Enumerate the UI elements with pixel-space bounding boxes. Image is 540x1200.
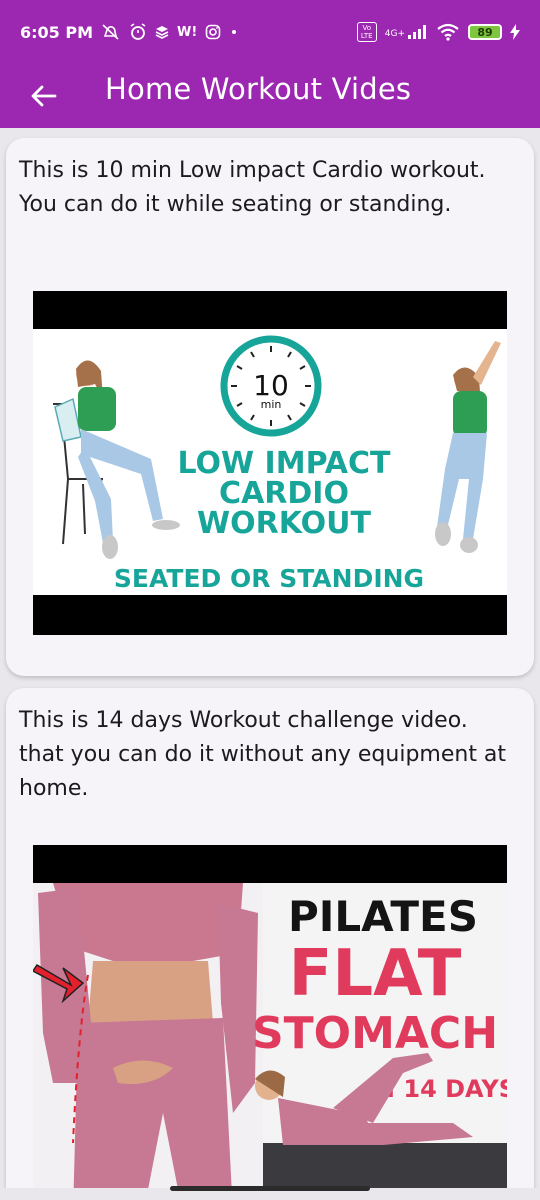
video-thumbnail: 10 min LOW IMPACT CARDIO WORKOUT SEATED … (33, 329, 507, 595)
person-shirt (453, 391, 487, 437)
wifi-icon (437, 23, 459, 41)
pilates-thumbnail-art: PILATES FLAT STOMACH IN 14 DAYS (33, 883, 507, 1188)
top-app-area: 6:05 PM W! Vo LTE 4G+ 89 Home Workout Vi… (0, 0, 540, 128)
network-type: 4G+ (384, 29, 405, 39)
person-shirt (78, 387, 116, 431)
back-button[interactable] (22, 74, 66, 118)
video-description: This is 10 min Low impact Cardio workout… (19, 158, 486, 217)
status-bar: 6:05 PM W! Vo LTE 4G+ 89 (0, 0, 540, 64)
video-card[interactable]: This is 14 days Workout challenge video.… (6, 688, 534, 1188)
shoe (152, 520, 180, 530)
chair-leg (62, 478, 69, 545)
chair-back (54, 397, 82, 442)
video-description: This is 14 days Workout challenge video.… (19, 708, 507, 801)
status-icons: W! (101, 23, 239, 41)
wi-icon: W! (177, 24, 198, 40)
headline-line3: STOMACH (252, 1008, 498, 1059)
person-arm (473, 341, 501, 385)
battery-level: 89 (477, 25, 493, 39)
leggings (73, 1018, 232, 1188)
video-card[interactable]: This is 10 min Low impact Cardio workout… (6, 138, 534, 676)
shoe (460, 537, 478, 553)
status-left: 6:05 PM W! (20, 23, 239, 42)
signal-icon (408, 25, 426, 39)
app-bar: Home Workout Vides (0, 64, 540, 128)
shoe (435, 522, 451, 546)
instagram-icon (205, 24, 221, 40)
headline-line2: FLAT (289, 937, 462, 1011)
timer-unit: min (261, 398, 282, 411)
video-list[interactable]: This is 10 min Low impact Cardio workout… (0, 128, 540, 1188)
home-indicator[interactable] (170, 1186, 370, 1191)
video-player[interactable]: 10 min LOW IMPACT CARDIO WORKOUT SEATED … (33, 291, 507, 635)
layers-icon (155, 26, 169, 39)
alarm-icon (130, 23, 146, 40)
video-thumbnail: PILATES FLAT STOMACH IN 14 DAYS (33, 883, 507, 1188)
status-right: Vo LTE 4G+ 89 (356, 22, 520, 42)
page-title: Home Workout Vides (105, 72, 412, 106)
status-time: 6:05 PM (20, 22, 94, 42)
arrow-left-icon (31, 85, 57, 107)
cardio-thumbnail-art: 10 min LOW IMPACT CARDIO WORKOUT SEATED … (53, 335, 501, 593)
volte-badge: Vo LTE (356, 22, 377, 42)
shoe (102, 535, 118, 559)
video-player[interactable]: PILATES FLAT STOMACH IN 14 DAYS (33, 845, 507, 1188)
headline-subtitle: SEATED OR STANDING (114, 564, 424, 593)
floor-mat (263, 1143, 507, 1188)
mute-icon (102, 24, 119, 40)
chair-leg (82, 483, 86, 535)
headline-line1: PILATES (288, 892, 478, 941)
headline-line3: WORKOUT (197, 506, 371, 541)
charging-icon (510, 24, 520, 40)
battery-icon: 89 (468, 24, 502, 40)
dot-icon (232, 30, 237, 34)
network-indicator: 4G+ (385, 25, 428, 39)
